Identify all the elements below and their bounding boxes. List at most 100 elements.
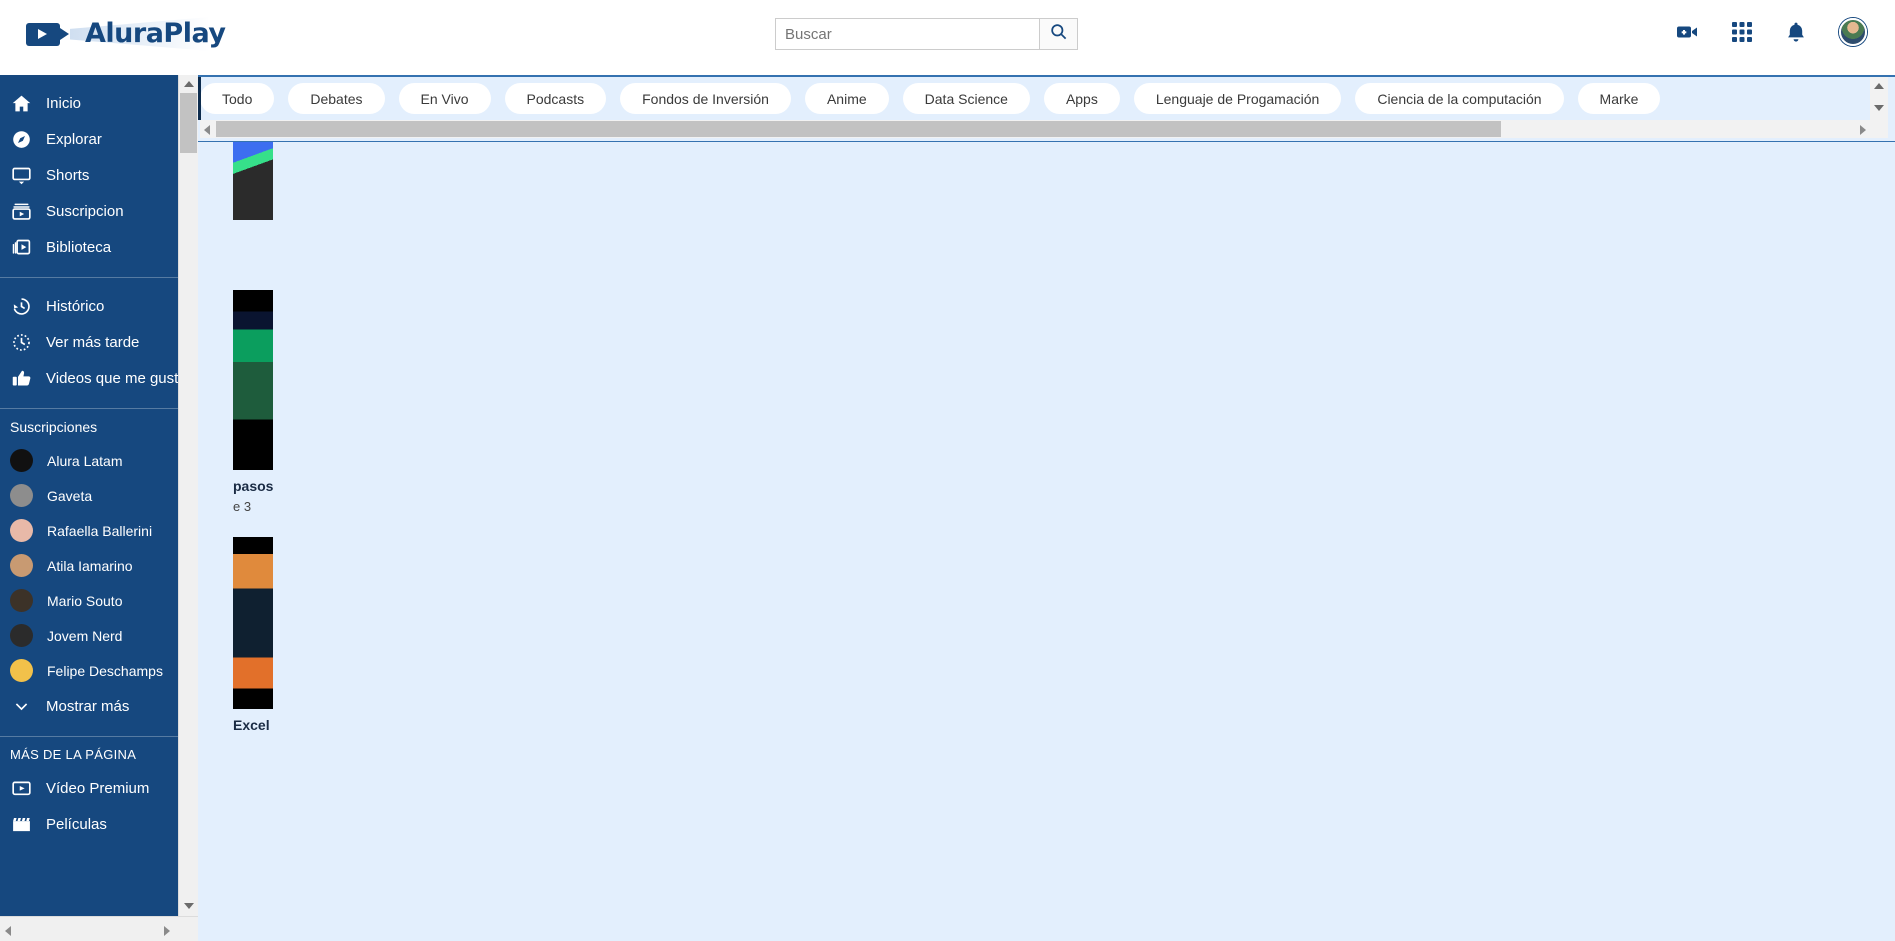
video-thumbnail[interactable] bbox=[233, 537, 273, 709]
sidebar-hscroll-right-arrow[interactable] bbox=[164, 926, 170, 936]
sidebar-scroll-up-arrow[interactable] bbox=[184, 81, 194, 87]
chipbar-horizontal-scrollbar[interactable] bbox=[200, 120, 1870, 138]
category-chip-fondos-de-inversi-n[interactable]: Fondos de Inversión bbox=[620, 83, 791, 114]
header-icon-group bbox=[1675, 18, 1867, 46]
video-title: Excel bbox=[233, 717, 270, 733]
channel-avatar bbox=[10, 484, 33, 507]
category-chip-lenguaje-de-progamaci-n[interactable]: Lenguaje de Progamación bbox=[1133, 83, 1342, 114]
sidebar-divider-2 bbox=[0, 408, 198, 409]
sidebar-item-label: Videos que me gustan bbox=[46, 369, 195, 387]
video-add-icon[interactable] bbox=[1675, 20, 1699, 44]
sidebar-item-label: Ver más tarde bbox=[46, 333, 140, 351]
subscriptions-icon bbox=[10, 200, 32, 222]
chipbar-vertical-scrollbar[interactable] bbox=[1870, 75, 1888, 138]
video-thumbnail[interactable] bbox=[233, 290, 273, 470]
home-icon bbox=[10, 92, 32, 114]
search-icon bbox=[1049, 22, 1068, 46]
sidebar-item-suscripcion[interactable]: Suscripcion bbox=[0, 193, 198, 229]
sidebar-item-label: Explorar bbox=[46, 130, 102, 148]
avatar[interactable] bbox=[1839, 18, 1867, 46]
subscriptions-heading: Suscripciones bbox=[10, 419, 98, 435]
category-chip-anime[interactable]: Anime bbox=[804, 83, 889, 114]
channel-avatar bbox=[10, 659, 33, 682]
category-chip-ciencia-de-la-computaci-n[interactable]: Ciencia de la computación bbox=[1355, 83, 1564, 114]
category-chip-list: Todo Debates En Vivo Podcasts Fondos de Inve… bbox=[200, 75, 1674, 122]
sidebar-item-pel-culas[interactable]: Películas bbox=[0, 806, 198, 842]
chevron-down-icon bbox=[10, 695, 32, 717]
sidebar-divider-3 bbox=[0, 736, 198, 737]
category-chip-en-vivo[interactable]: En Vivo bbox=[398, 83, 491, 114]
bell-icon[interactable] bbox=[1785, 21, 1807, 44]
sidebar-scroll-thumb[interactable] bbox=[180, 93, 197, 153]
sidebar-channel-alura-latam[interactable]: Alura Latam bbox=[0, 443, 198, 478]
channel-name: Rafaella Ballerini bbox=[47, 522, 153, 539]
sidebar-channel-mario-souto[interactable]: Mario Souto bbox=[0, 583, 198, 618]
chipbar-scroll-right-arrow[interactable] bbox=[1860, 125, 1866, 135]
category-chip-apps[interactable]: Apps bbox=[1043, 83, 1120, 114]
video-title: pasos bbox=[233, 478, 274, 494]
category-chip-data-science[interactable]: Data Science bbox=[902, 83, 1030, 114]
sidebar-item-videos-que-me-gustan[interactable]: Videos que me gustan bbox=[0, 360, 198, 396]
thumbs-up-icon bbox=[10, 367, 32, 389]
shorts-icon bbox=[10, 164, 32, 186]
sidebar-divider-1 bbox=[0, 277, 198, 278]
sidebar-channel-gaveta[interactable]: Gaveta bbox=[0, 478, 198, 513]
video-card[interactable]: Excel bbox=[233, 537, 273, 738]
clapperboard-icon bbox=[10, 813, 32, 835]
sidebar-item-label: Vídeo Premium bbox=[46, 779, 150, 797]
sidebar-primary-group: Inicio Explorar Shorts Suscripcion Bibliotec… bbox=[0, 85, 198, 265]
video-card[interactable]: pasos e 3 bbox=[233, 290, 273, 514]
chipbar-scroll-left-arrow[interactable] bbox=[204, 125, 210, 135]
app-logo[interactable]: AluraPlay bbox=[26, 17, 226, 51]
sidebar-horizontal-scrollbar[interactable] bbox=[0, 916, 198, 941]
history-icon bbox=[10, 295, 32, 317]
sidebar-item-ver-m-s-tarde[interactable]: Ver más tarde bbox=[0, 324, 198, 360]
channel-avatar bbox=[10, 624, 33, 647]
sidebar-item-label: Suscripcion bbox=[46, 202, 124, 220]
library-icon bbox=[10, 236, 32, 258]
channel-name: Atila Iamarino bbox=[47, 557, 133, 574]
sidebar-item-hist-rico[interactable]: Histórico bbox=[0, 288, 198, 324]
content-top-divider bbox=[198, 75, 1895, 77]
category-chip-bar: Todo Debates En Vivo Podcasts Fondos de Inve… bbox=[198, 75, 1895, 142]
channel-avatar bbox=[10, 554, 33, 577]
sidebar-item-biblioteca[interactable]: Biblioteca bbox=[0, 229, 198, 265]
sidebar-vertical-scrollbar[interactable] bbox=[178, 75, 198, 916]
sidebar-item-v-deo-premium[interactable]: Vídeo Premium bbox=[0, 770, 198, 806]
channel-avatar bbox=[10, 589, 33, 612]
sidebar-item-label: Histórico bbox=[46, 297, 105, 315]
chipbar-scroll-up-arrow[interactable] bbox=[1874, 83, 1884, 89]
sidebar-channel-rafaella-ballerini[interactable]: Rafaella Ballerini bbox=[0, 513, 198, 548]
category-chip-debates[interactable]: Debates bbox=[288, 83, 385, 114]
logo-text: AluraPlay bbox=[85, 18, 226, 49]
channel-avatar bbox=[10, 519, 33, 542]
sidebar-channel-atila-iamarino[interactable]: Atila Iamarino bbox=[0, 548, 198, 583]
sidebar-item-inicio[interactable]: Inicio bbox=[0, 85, 198, 121]
show-more-label: Mostrar más bbox=[46, 697, 130, 715]
category-chip-marke[interactable]: Marke bbox=[1577, 83, 1661, 114]
sidebar-scroll-down-arrow[interactable] bbox=[184, 903, 194, 909]
clock-dashed-icon bbox=[10, 331, 32, 353]
sidebar-item-label: Inicio bbox=[46, 94, 82, 112]
top-header: AluraPlay bbox=[0, 0, 1895, 75]
sidebar-item-shorts[interactable]: Shorts bbox=[0, 157, 198, 193]
channel-name: Gaveta bbox=[47, 487, 93, 504]
show-more-button[interactable]: Mostrar más bbox=[0, 688, 198, 724]
search-button[interactable] bbox=[1040, 18, 1078, 50]
apps-grid-icon[interactable] bbox=[1731, 21, 1753, 43]
search-input[interactable] bbox=[775, 18, 1040, 50]
video-meta: e 3 bbox=[233, 499, 252, 514]
sidebar-channel-jovem-nerd[interactable]: Jovem Nerd bbox=[0, 618, 198, 653]
channel-avatar bbox=[10, 449, 33, 472]
chipbar-scroll-thumb[interactable] bbox=[216, 121, 1501, 137]
video-camera-icon bbox=[26, 19, 78, 49]
sidebar-hscroll-left-arrow[interactable] bbox=[5, 926, 11, 936]
chipbar-scroll-down-arrow[interactable] bbox=[1874, 105, 1884, 111]
sidebar-item-label: Biblioteca bbox=[46, 238, 112, 256]
search-group bbox=[775, 18, 1078, 50]
sidebar-channel-felipe-deschamps[interactable]: Felipe Deschamps bbox=[0, 653, 198, 688]
category-chip-podcasts[interactable]: Podcasts bbox=[504, 83, 607, 114]
category-chip-todo[interactable]: Todo bbox=[200, 83, 275, 114]
sidebar-item-explorar[interactable]: Explorar bbox=[0, 121, 198, 157]
more-from-page-heading: MÁS DE LA PÁGINA bbox=[10, 747, 137, 762]
